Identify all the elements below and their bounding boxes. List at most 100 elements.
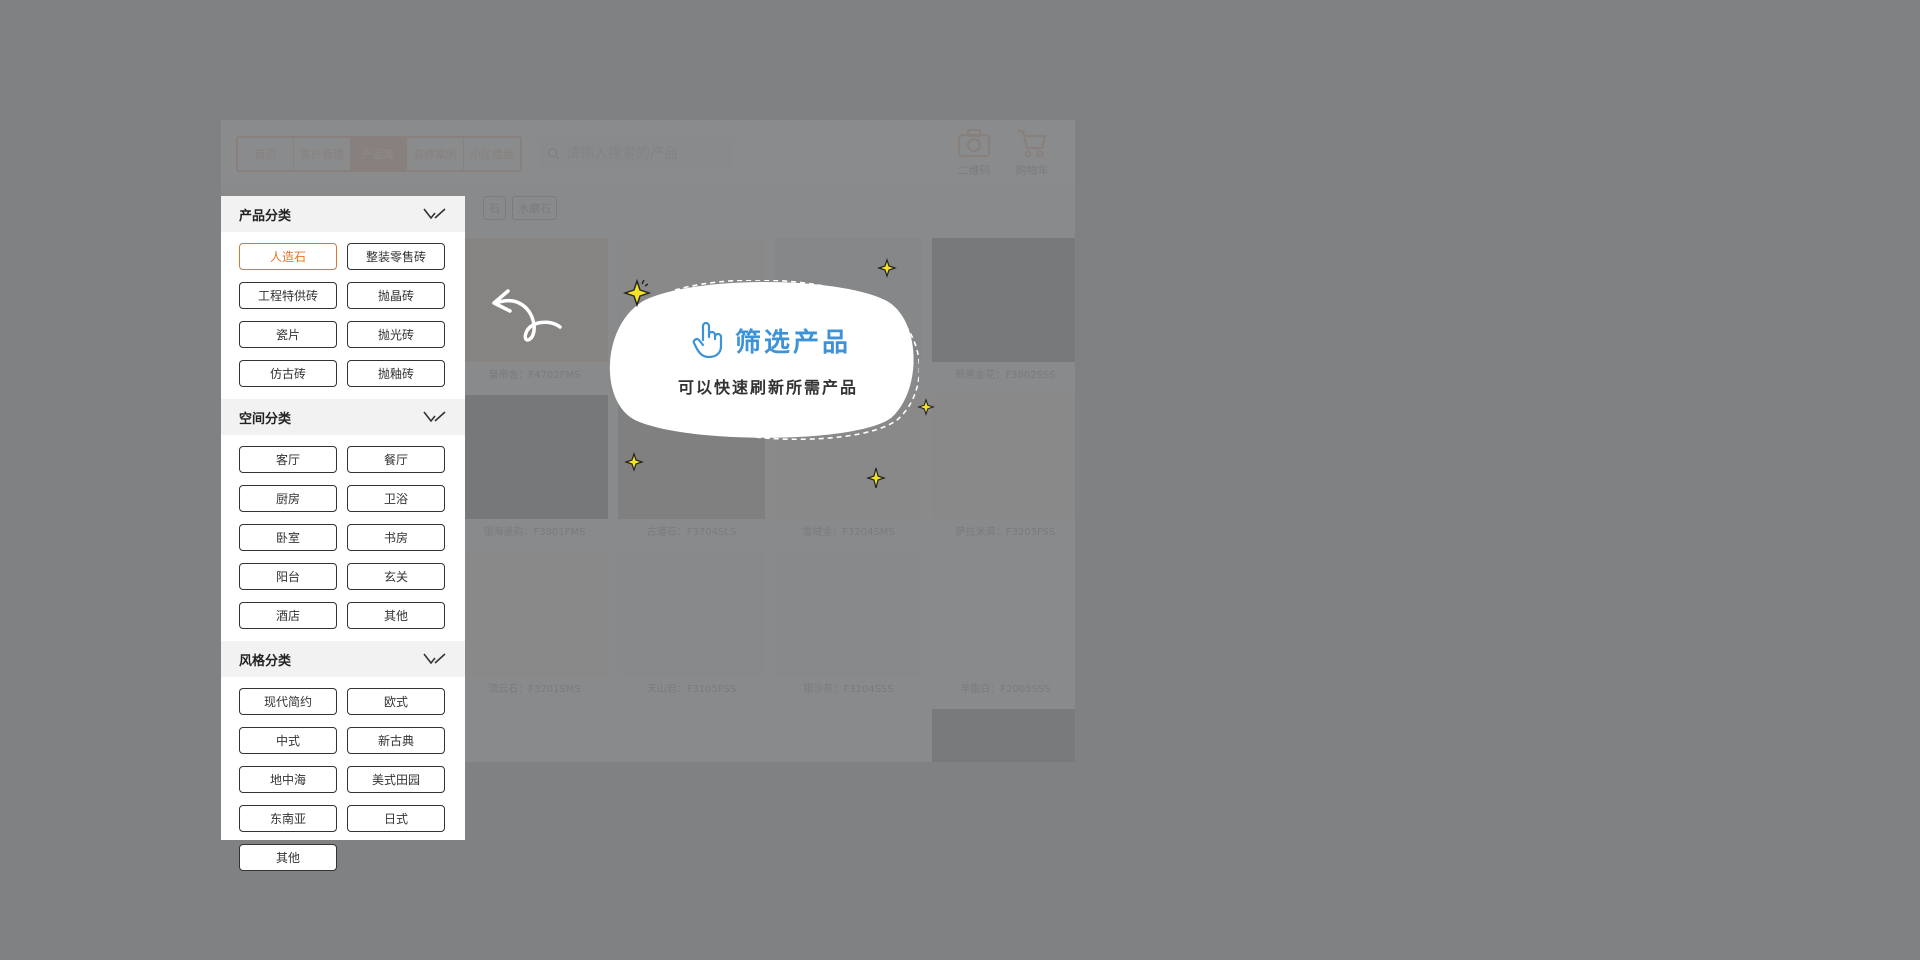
product-image [461, 709, 608, 762]
filter-option-button[interactable]: 抛晶砖 [347, 282, 445, 309]
top-bar: 首页 客户管理 产品库 装修案例 小区楼盘 二维码 购物车 [221, 120, 1075, 188]
product-name: 流云石：F3201SMS [461, 676, 608, 699]
filter-option-button[interactable]: 其他 [239, 844, 337, 871]
filter-option-button[interactable]: 美式田园 [347, 766, 445, 793]
tab-cases[interactable]: 装修案例 [407, 138, 464, 170]
sparkle-icon [866, 467, 886, 489]
pointer-hand-icon [691, 320, 725, 362]
qrcode-button[interactable]: 二维码 [948, 128, 1000, 178]
tab-estates[interactable]: 小区楼盘 [464, 138, 520, 170]
sparkle-icon [622, 278, 652, 308]
filter-option-button[interactable]: 现代简约 [239, 688, 337, 715]
cart-label: 购物车 [1015, 164, 1049, 177]
product-card[interactable] [775, 709, 922, 762]
filter-option-button[interactable]: 卫浴 [347, 485, 445, 512]
product-name: 银沙灰：F3104SSS [775, 676, 922, 699]
product-image [932, 552, 1075, 676]
product-image [461, 552, 608, 676]
filter-option-button[interactable]: 人造石 [239, 243, 337, 270]
chevron-down-icon [423, 653, 446, 665]
filter-sidebar: 产品分类人造石 整装零售砖 工程特供砖 抛晶砖 瓷片 抛光砖 仿古砖 抛釉砖空间分类客厅 餐厅厨… [221, 196, 465, 871]
tooltip-subtitle: 可以快速刷新所需产品 [678, 378, 859, 397]
product-card[interactable]: 流云石：F3201SMS [461, 552, 608, 699]
section-title: 风格分类 [239, 653, 292, 669]
product-card[interactable]: 萨拉米黄：F3203FSS [932, 395, 1075, 542]
product-image [775, 709, 922, 762]
search-icon [547, 145, 560, 164]
sparkle-icon [624, 452, 644, 472]
tab-home[interactable]: 首页 [238, 138, 294, 170]
product-image [932, 238, 1075, 362]
product-card[interactable]: 羊脂白：F2005SSS [932, 552, 1075, 699]
filter-option-button[interactable]: 中式 [239, 727, 337, 754]
sparkle-icon [877, 258, 897, 278]
style-category-header[interactable]: 风格分类 [221, 641, 465, 677]
tab-customers[interactable]: 客户管理 [294, 138, 351, 170]
tooltip-title: 筛选产品 [735, 328, 852, 358]
product-card[interactable]: 银海墨韵：F3801FMS [461, 395, 608, 542]
product-name: 雪绒金：F3204SMS [775, 519, 922, 542]
filter-option-button[interactable]: 东南亚 [239, 805, 337, 832]
filter-option-button[interactable]: 卧室 [239, 524, 337, 551]
filter-option-button[interactable]: 整装零售砖 [347, 243, 445, 270]
cart-button[interactable]: 购物车 [1006, 128, 1058, 178]
filter-option-button[interactable]: 瓷片 [239, 321, 337, 348]
product-name: 天山岩：F3105FSS [618, 676, 765, 699]
product-name: 萨拉米黄：F3203FSS [932, 519, 1075, 542]
chevron-down-icon [423, 208, 446, 220]
product-image [932, 395, 1075, 519]
active-filters: 石 水磨石 [483, 196, 557, 220]
filter-option-button[interactable]: 地中海 [239, 766, 337, 793]
filter-option-button[interactable]: 欧式 [347, 688, 445, 715]
space-category-header[interactable]: 空间分类 [221, 399, 465, 435]
space-category-options: 客厅 餐厅 厨房 卫浴 卧室 书房 阳台 玄关 酒店 其他 [221, 435, 465, 641]
product-image [461, 395, 608, 519]
product-image [618, 709, 765, 762]
cart-icon [1006, 128, 1058, 158]
filter-option-button[interactable]: 书房 [347, 524, 445, 551]
tooltip-bubble: 筛选产品 可以快速刷新所需产品 [605, 280, 919, 440]
section-title: 产品分类 [239, 208, 292, 224]
chevron-down-icon [423, 411, 446, 423]
search-input[interactable] [566, 146, 726, 162]
style-category-options: 现代简约 欧式 中式 新古典 地中海 美式田园 东南亚 日式 其他 [221, 677, 465, 883]
bubble-shape [609, 280, 919, 440]
filter-option-button[interactable]: 仿古砖 [239, 360, 337, 387]
filter-option-button[interactable]: 其他 [347, 602, 445, 629]
product-card[interactable]: 新黑金花：F3802SSS [932, 238, 1075, 385]
product-image [618, 552, 765, 676]
filter-option-button[interactable]: 餐厅 [347, 446, 445, 473]
product-category-header[interactable]: 产品分类 [221, 196, 465, 232]
filter-option-button[interactable]: 客厅 [239, 446, 337, 473]
filter-option-button[interactable]: 抛光砖 [347, 321, 445, 348]
product-name: 新黑金花：F3802SSS [932, 362, 1075, 385]
product-name: 羊脂白：F2005SSS [932, 676, 1075, 699]
filter-option-button[interactable]: 日式 [347, 805, 445, 832]
product-card[interactable] [932, 709, 1075, 762]
product-card[interactable] [461, 709, 608, 762]
tab-products[interactable]: 产品库 [351, 138, 407, 170]
product-card[interactable] [618, 709, 765, 762]
section-title: 空间分类 [239, 411, 292, 427]
product-card[interactable]: 银沙灰：F3104SSS [775, 552, 922, 699]
curved-arrow-icon [492, 289, 562, 342]
filter-option-button[interactable]: 厨房 [239, 485, 337, 512]
product-card[interactable]: 天山岩：F3105FSS [618, 552, 765, 699]
filter-option-button[interactable]: 玄关 [347, 563, 445, 590]
product-category-options: 人造石 整装零售砖 工程特供砖 抛晶砖 瓷片 抛光砖 仿古砖 抛釉砖 [221, 232, 465, 399]
filter-chip[interactable]: 石 [483, 196, 506, 220]
search-box[interactable] [539, 139, 733, 169]
product-name: 银海墨韵：F3801FMS [461, 519, 608, 542]
filter-option-button[interactable]: 抛釉砖 [347, 360, 445, 387]
camera-icon [948, 128, 1000, 158]
filter-option-button[interactable]: 酒店 [239, 602, 337, 629]
main-nav: 首页 客户管理 产品库 装修案例 小区楼盘 [236, 136, 522, 172]
product-image [775, 552, 922, 676]
qrcode-label: 二维码 [957, 164, 991, 177]
filter-option-button[interactable]: 工程特供砖 [239, 282, 337, 309]
filter-option-button[interactable]: 阳台 [239, 563, 337, 590]
filter-chip[interactable]: 水磨石 [512, 196, 557, 220]
product-name: 古道石：F3704SLS [618, 519, 765, 542]
product-image [932, 709, 1075, 762]
filter-option-button[interactable]: 新古典 [347, 727, 445, 754]
